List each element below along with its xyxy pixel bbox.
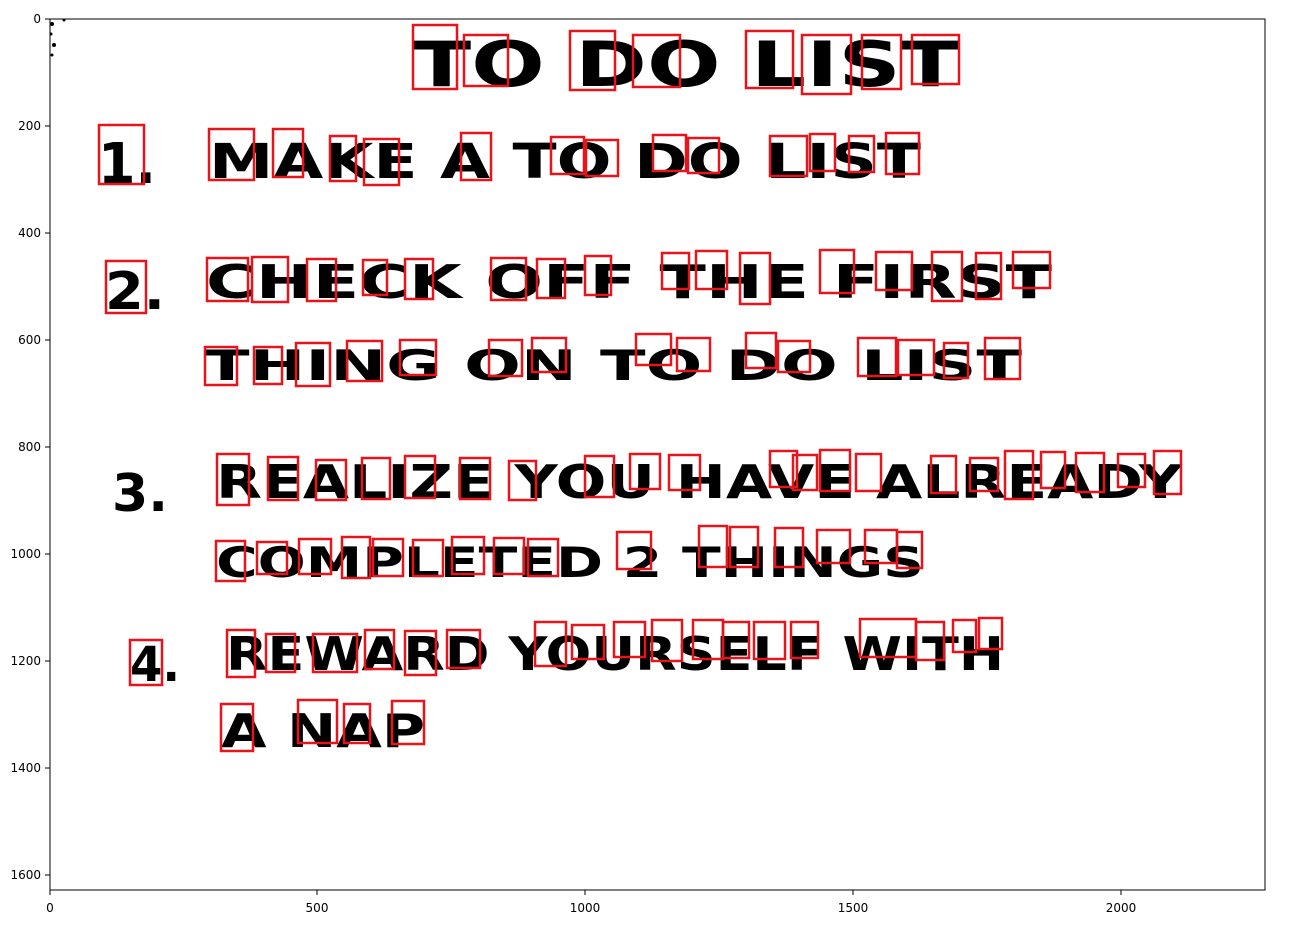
y-tick-label: 1600 [10,868,41,882]
y-tick-label: 1200 [10,654,41,668]
y-tick-label: 400 [18,226,41,240]
x-tick-label: 1500 [838,901,869,915]
item-2-line-2: THING ON TO DO LIST [204,341,1023,390]
y-tick-label: 1000 [10,547,41,561]
item-1-number: 1. [98,132,156,197]
y-tick-label: 200 [18,119,41,133]
x-tick-label: 1000 [570,901,601,915]
y-tick-label: 600 [18,333,41,347]
item-1-line-1: MAKE A TO DO LIST [209,134,921,190]
x-tick-label: 0 [46,901,54,915]
detection-figure: 0 500 1000 1500 2000 0 200 400 600 800 1000 1200 14… [10,12,1266,915]
y-tick-label: 0 [33,12,41,26]
y-tick-label: 800 [18,440,41,454]
y-tick-label: 1400 [10,761,41,775]
x-axis-ticks: 0 500 1000 1500 2000 [46,890,1136,915]
item-3-number: 3. [112,464,168,524]
y-axis-ticks: 0 200 400 600 800 1000 1200 1400 1600 [10,12,50,882]
x-tick-label: 500 [306,901,329,915]
x-tick-label: 2000 [1106,901,1137,915]
